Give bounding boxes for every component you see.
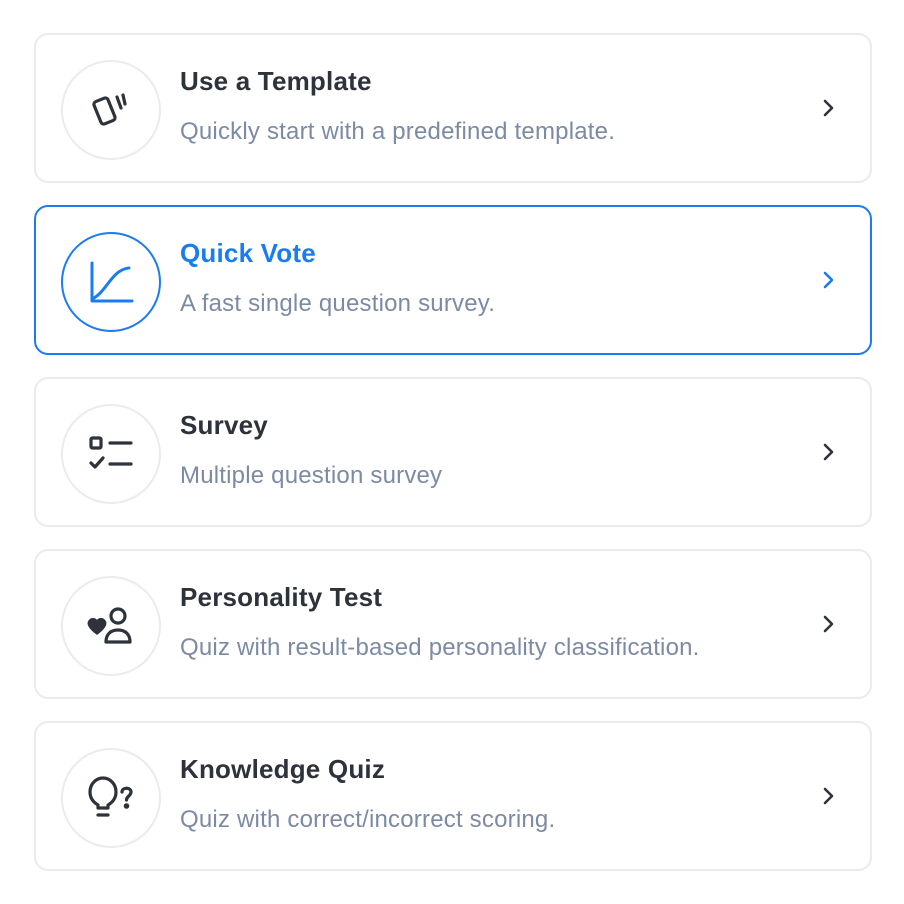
option-survey[interactable]: Survey Multiple question survey	[34, 377, 872, 527]
option-subtitle: A fast single question survey.	[180, 290, 496, 317]
heart-person-icon	[61, 576, 161, 676]
option-title: Knowledge Quiz	[180, 754, 386, 784]
chevron-right-icon	[823, 615, 834, 633]
lightbulb-question-icon	[61, 748, 161, 848]
chevron-right-icon	[823, 99, 834, 117]
chevron-right-icon	[823, 443, 834, 461]
option-knowledge-quiz[interactable]: Knowledge Quiz Quiz with correct/incorre…	[34, 721, 872, 871]
cards-icon	[61, 60, 161, 160]
growth-chart-icon	[61, 232, 161, 332]
option-use-template[interactable]: Use a Template Quickly start with a pred…	[34, 33, 872, 183]
checklist-icon	[61, 404, 161, 504]
option-subtitle: Multiple question survey	[180, 462, 443, 489]
option-title: Use a Template	[180, 66, 372, 96]
option-title: Survey	[180, 410, 268, 440]
option-subtitle: Quiz with result-based personality class…	[180, 634, 700, 661]
option-subtitle: Quiz with correct/incorrect scoring.	[180, 806, 556, 833]
option-subtitle: Quickly start with a predefined template…	[180, 118, 616, 145]
chevron-right-icon	[823, 271, 834, 289]
option-quick-vote[interactable]: Quick Vote A fast single question survey…	[34, 205, 872, 355]
option-personality-test[interactable]: Personality Test Quiz with result-based …	[34, 549, 872, 699]
survey-type-list: Use a Template Quickly start with a pred…	[0, 0, 904, 904]
option-title: Quick Vote	[180, 238, 316, 268]
option-title: Personality Test	[180, 582, 383, 612]
chevron-right-icon	[823, 787, 834, 805]
